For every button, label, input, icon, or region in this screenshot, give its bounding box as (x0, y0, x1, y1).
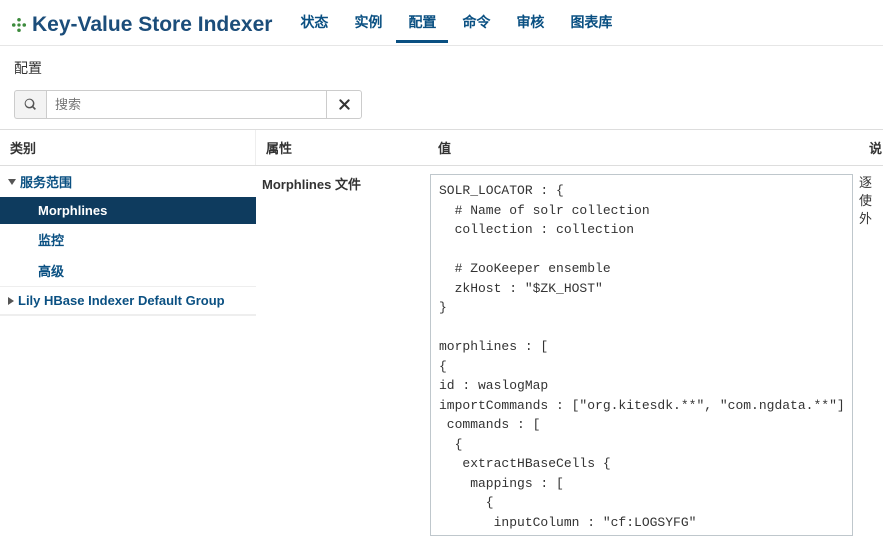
category-item-advanced[interactable]: 高级 (0, 255, 256, 286)
app-title: Key-Value Store Indexer (32, 13, 272, 37)
search-input[interactable] (46, 90, 326, 119)
category-group-service[interactable]: 服务范围 (0, 166, 256, 197)
tab-status[interactable]: 状态 (288, 6, 340, 43)
col-header-category: 类别 (0, 130, 256, 165)
attribute-label: Morphlines 文件 (256, 166, 428, 201)
search-clear-button[interactable] (326, 90, 362, 119)
tab-charts[interactable]: 图表库 (558, 6, 624, 43)
app-icon (10, 16, 28, 34)
col-header-value: 值 (428, 130, 859, 165)
category-group-label: Lily HBase Indexer Default Group (18, 293, 225, 308)
search-bar (14, 90, 869, 119)
category-item-monitoring[interactable]: 监控 (0, 224, 256, 255)
category-group-label: 服务范围 (20, 172, 72, 191)
tab-commands[interactable]: 命令 (450, 6, 502, 43)
tab-config[interactable]: 配置 (396, 6, 448, 43)
category-group-lily[interactable]: Lily HBase Indexer Default Group (0, 287, 256, 315)
tab-audit[interactable]: 审核 (504, 6, 556, 43)
tab-instances[interactable]: 实例 (342, 6, 394, 43)
chevron-right-icon (8, 297, 14, 305)
search-icon (14, 90, 46, 119)
col-header-description: 说 (859, 130, 883, 165)
category-sidebar: 服务范围 Morphlines 监控 高级 Lily HBase Indexer… (0, 166, 256, 316)
chevron-down-icon (8, 179, 16, 185)
col-header-attribute: 属性 (256, 130, 428, 165)
description-text: 逐使外 (859, 166, 883, 229)
nav-tabs: 状态 实例 配置 命令 审核 图表库 (288, 6, 624, 43)
morphlines-file-textarea[interactable] (430, 174, 853, 536)
columns-header: 类别 属性 值 说 (0, 129, 883, 166)
category-item-morphlines[interactable]: Morphlines (0, 197, 256, 224)
section-title: 配置 (0, 46, 883, 86)
